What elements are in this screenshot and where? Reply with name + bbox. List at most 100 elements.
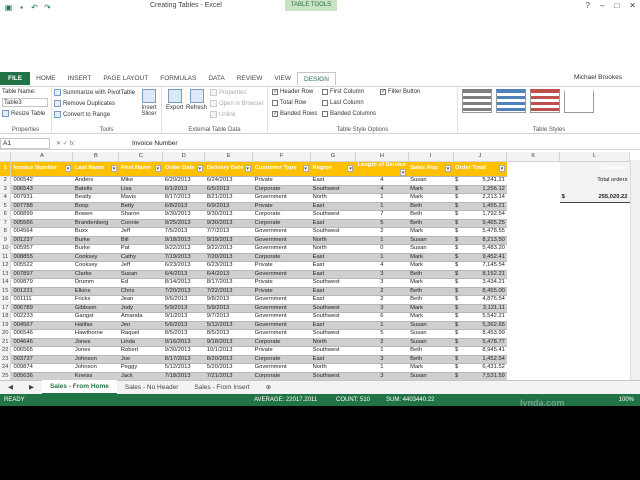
- zoom-level[interactable]: 100%: [619, 397, 634, 403]
- table-cell[interactable]: 004646: [10, 338, 73, 347]
- remove-duplicates-button[interactable]: Remove Duplicates: [54, 100, 115, 107]
- cell-l[interactable]: [559, 295, 630, 304]
- table-cell[interactable]: Mark: [408, 261, 454, 271]
- table-cell[interactable]: Linda: [118, 338, 163, 347]
- cell-l[interactable]: [559, 202, 630, 211]
- table-cell[interactable]: 6: [355, 312, 409, 322]
- table-cell[interactable]: 3: [355, 304, 409, 313]
- table-cell[interactable]: Johnson: [72, 355, 119, 364]
- table-header-cell[interactable]: Order Date ▾: [162, 161, 205, 177]
- table-cell[interactable]: Fricks: [72, 295, 119, 305]
- table-cell[interactable]: 3: [355, 278, 409, 288]
- table-cell[interactable]: 9/18/2013: [162, 236, 205, 245]
- table-cell[interactable]: $1,256.12: [453, 185, 507, 194]
- table-cell[interactable]: Susan: [408, 244, 454, 254]
- table-cell[interactable]: Elkins: [72, 287, 119, 296]
- row-header[interactable]: 20: [0, 329, 12, 339]
- cell-k[interactable]: [506, 321, 560, 330]
- table-cell[interactable]: Government: [252, 193, 311, 203]
- cell-k[interactable]: [506, 193, 560, 202]
- filter-dropdown-icon[interactable]: ▾: [154, 165, 161, 172]
- table-cell[interactable]: 8/21/2013: [204, 193, 253, 203]
- table-cell[interactable]: Mark: [408, 278, 454, 288]
- table-cell[interactable]: $5,362.65: [453, 321, 507, 330]
- table-cell[interactable]: 1: [355, 202, 409, 211]
- table-cell[interactable]: Jeff: [118, 261, 163, 271]
- tab-data[interactable]: DATA: [202, 72, 230, 85]
- table-cell[interactable]: Private: [252, 176, 311, 186]
- filter-dropdown-icon[interactable]: ▾: [445, 165, 452, 172]
- cell-k[interactable]: [506, 312, 560, 321]
- row-header[interactable]: 18: [0, 312, 12, 322]
- cell-l[interactable]: [559, 236, 630, 245]
- table-cell[interactable]: 006546: [10, 329, 73, 339]
- close-icon[interactable]: ✕: [629, 1, 636, 10]
- column-header[interactable]: B: [72, 152, 120, 162]
- convert-range-button[interactable]: Convert to Range: [54, 111, 110, 118]
- table-header-cell[interactable]: Sales Rep ▾: [408, 161, 454, 177]
- table-header-cell[interactable]: Region ▾: [310, 161, 356, 177]
- table-cell[interactable]: Beatty: [72, 193, 119, 203]
- header-row-checkbox[interactable]: ✓ Header Row: [272, 89, 313, 95]
- table-cell[interactable]: Amanda: [118, 312, 163, 322]
- row-header[interactable]: 22: [0, 346, 12, 356]
- table-cell[interactable]: Jean: [118, 295, 163, 305]
- table-cell[interactable]: $1,792.54: [453, 210, 507, 220]
- table-cell[interactable]: 009879: [10, 278, 73, 288]
- table-cell[interactable]: 1: [355, 236, 409, 245]
- table-cell[interactable]: $1,455.21: [453, 202, 507, 211]
- sheet-tab-from-insert[interactable]: Sales - From Insert: [186, 381, 257, 394]
- table-style-swatch[interactable]: [530, 89, 560, 113]
- table-cell[interactable]: 5: [355, 329, 409, 339]
- table-cell[interactable]: 1: [355, 321, 409, 330]
- refresh-button[interactable]: Refresh: [186, 89, 207, 111]
- table-cell[interactable]: Jen: [118, 321, 163, 330]
- table-cell[interactable]: Anders: [72, 176, 119, 186]
- table-cell[interactable]: 7/20/2013: [162, 287, 205, 296]
- table-cell[interactable]: Government: [252, 227, 311, 237]
- tab-insert[interactable]: INSERT: [62, 72, 98, 85]
- table-cell[interactable]: Southwest: [310, 372, 356, 380]
- cell-l[interactable]: [559, 312, 630, 321]
- tab-home[interactable]: HOME: [30, 72, 62, 85]
- table-cell[interactable]: Raquel: [118, 329, 163, 339]
- cell-k[interactable]: [506, 261, 560, 270]
- table-cell[interactable]: Joe: [118, 355, 163, 364]
- table-cell[interactable]: Government: [252, 321, 311, 330]
- row-header[interactable]: 14: [0, 278, 12, 288]
- filter-dropdown-icon[interactable]: ▾: [244, 165, 251, 172]
- table-cell[interactable]: Jody: [118, 304, 163, 313]
- table-cell[interactable]: 6/23/2013: [162, 261, 205, 271]
- table-cell[interactable]: North: [310, 363, 356, 373]
- table-cell[interactable]: 8/17/2013: [162, 355, 205, 364]
- cell-l[interactable]: [559, 270, 630, 279]
- row-header[interactable]: 1: [0, 161, 12, 177]
- cell-k[interactable]: [506, 244, 560, 253]
- cell-l[interactable]: [559, 363, 630, 372]
- table-cell[interactable]: 7: [355, 210, 409, 220]
- table-cell[interactable]: Boop: [72, 202, 119, 211]
- table-cell[interactable]: Private: [252, 202, 311, 211]
- tab-page-layout[interactable]: PAGE LAYOUT: [97, 72, 154, 85]
- cell-k[interactable]: [506, 253, 560, 262]
- table-cell[interactable]: 5/9/2013: [204, 304, 253, 313]
- table-cell[interactable]: $3,121.11: [453, 304, 507, 313]
- table-cell[interactable]: Susan: [408, 236, 454, 245]
- row-header[interactable]: 5: [0, 202, 12, 211]
- table-style-swatch[interactable]: [496, 89, 526, 113]
- table-cell[interactable]: Chris: [118, 287, 163, 296]
- formula-input[interactable]: Invoice Number: [128, 140, 178, 147]
- table-cell[interactable]: North: [310, 193, 356, 203]
- cell-k[interactable]: [506, 161, 560, 177]
- table-cell[interactable]: Buxx: [72, 227, 119, 237]
- table-cell[interactable]: Beth: [408, 295, 454, 305]
- table-cell[interactable]: Southwest: [310, 227, 356, 237]
- table-cell[interactable]: Cathy: [118, 253, 163, 262]
- table-cell[interactable]: Mavis: [118, 193, 163, 203]
- table-cell[interactable]: 6/24/2013: [204, 176, 253, 186]
- table-cell[interactable]: 5/12/2013: [204, 321, 253, 330]
- table-cell[interactable]: Burke: [72, 236, 119, 245]
- row-header[interactable]: 6: [0, 210, 12, 220]
- table-cell[interactable]: 006565: [10, 346, 73, 356]
- row-header[interactable]: 25: [0, 372, 12, 380]
